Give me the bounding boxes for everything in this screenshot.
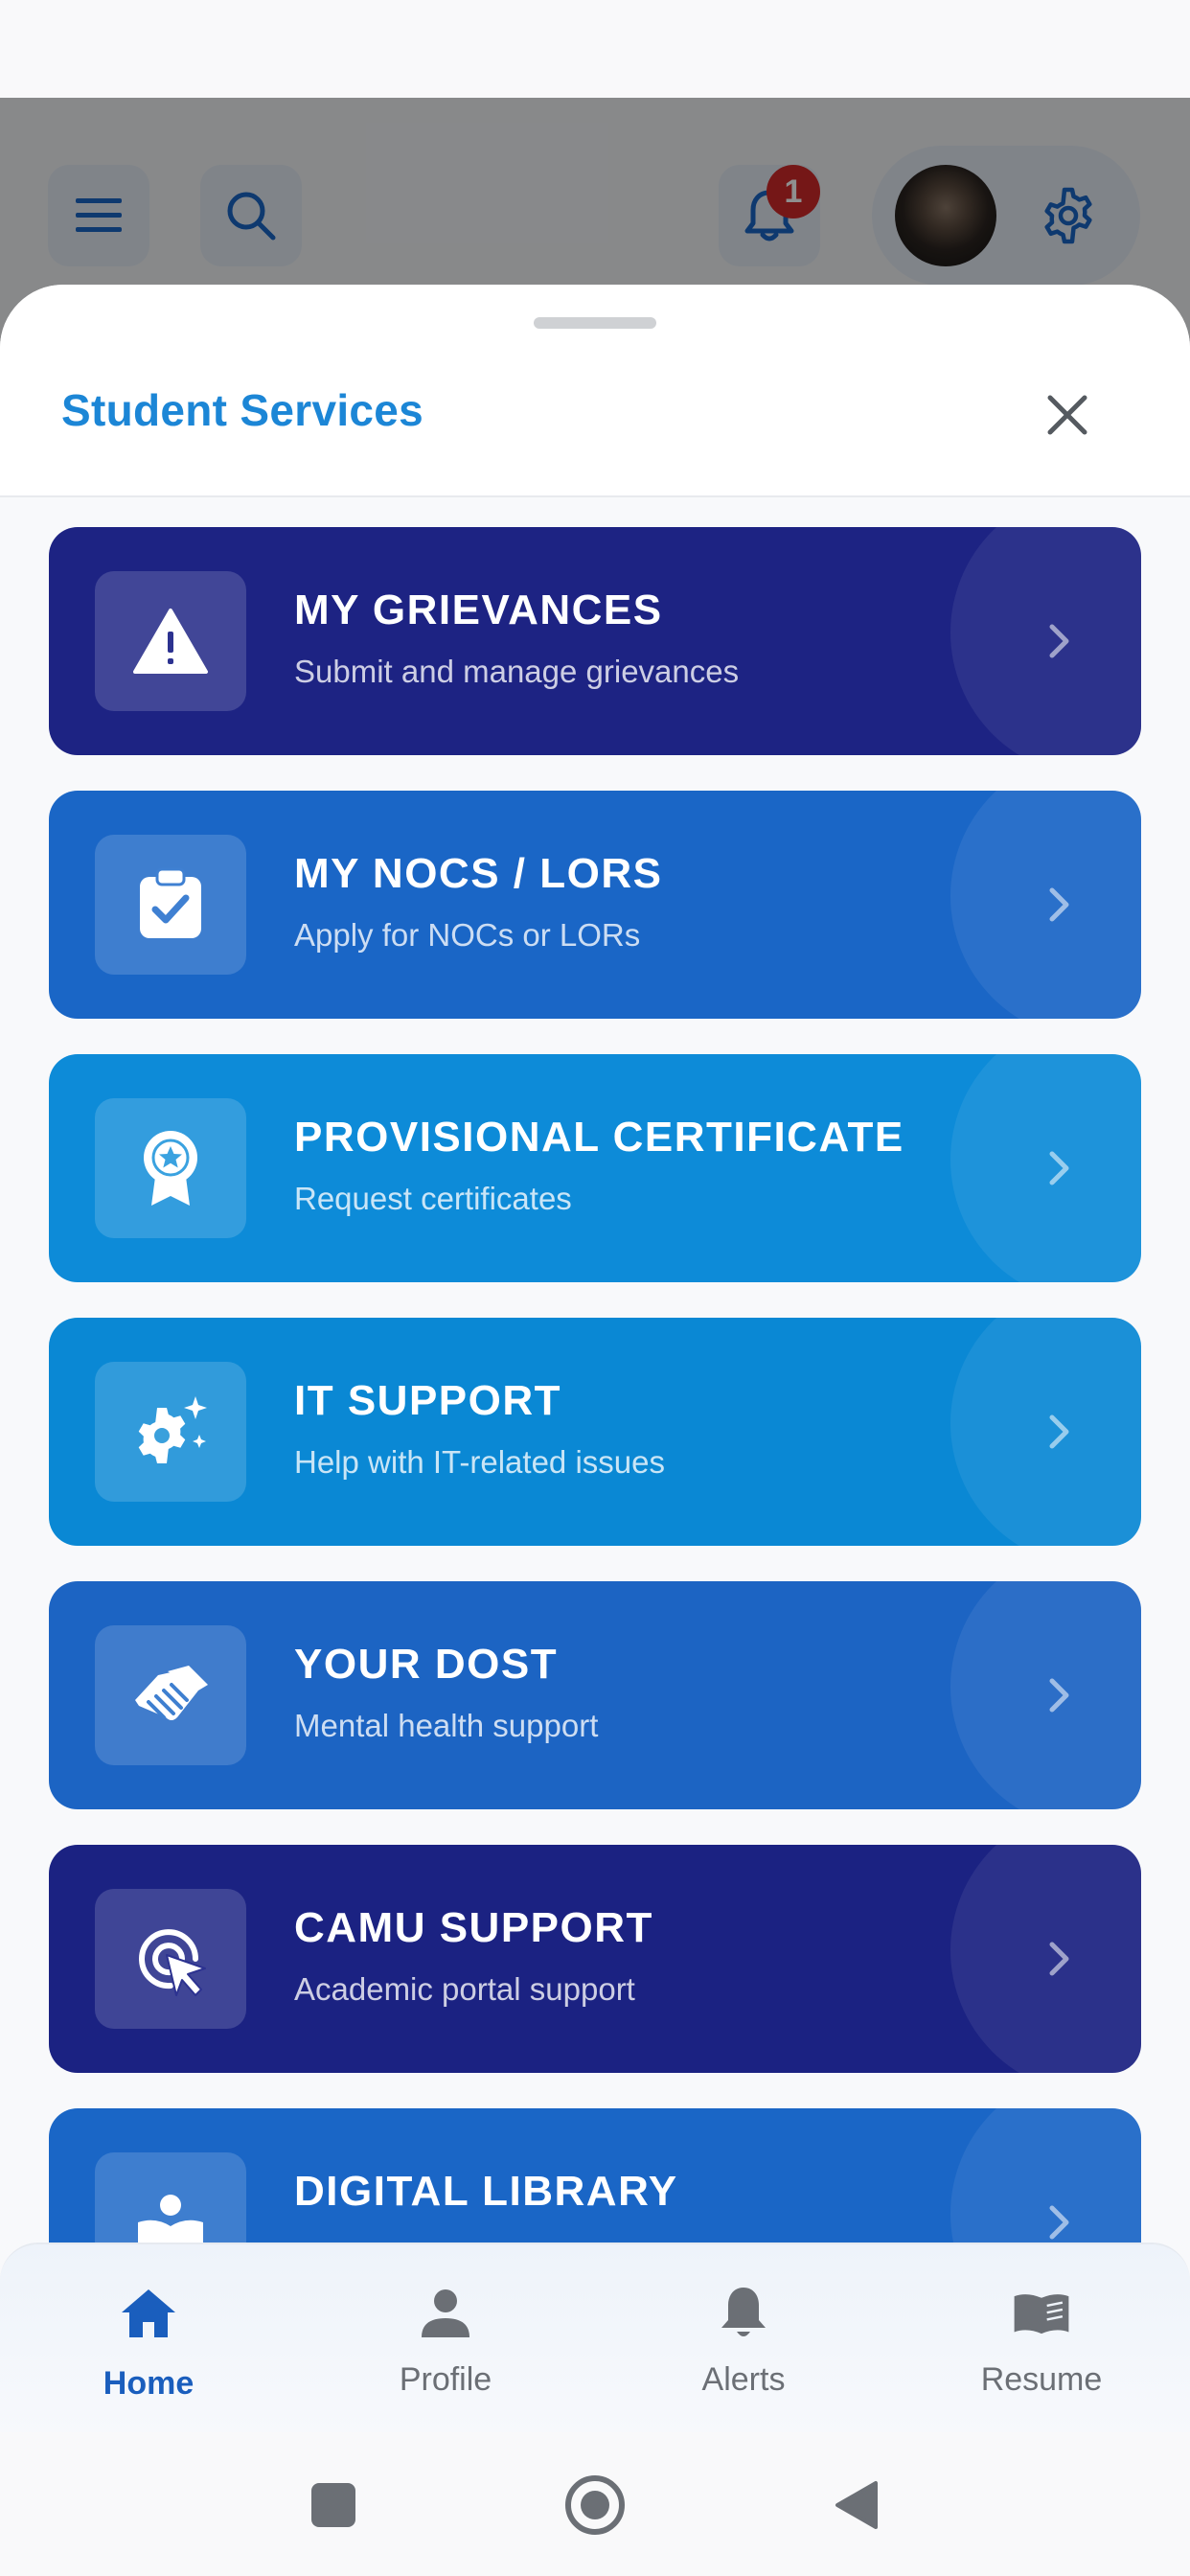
bell-icon (715, 2285, 772, 2342)
service-subtitle: Request certificates (294, 1181, 572, 1216)
chevron-right-icon (1036, 881, 1084, 929)
service-title: IT SUPPORT (294, 1377, 562, 1424)
gear-sparkle-icon (138, 1396, 207, 1463)
home-icon (120, 2285, 177, 2342)
clipboard-check-icon (140, 867, 201, 938)
bottom-navigation: Home Profile Alerts Resume (0, 2242, 1190, 2432)
award-icon (144, 1131, 197, 1206)
service-card-your-dost[interactable]: YOUR DOST Mental health support (49, 1581, 1141, 1809)
service-card-camu-support[interactable]: CAMU SUPPORT Academic portal support (49, 1845, 1141, 2073)
nav-label: Alerts (701, 2361, 786, 2398)
chevron-right-icon (1036, 2198, 1084, 2246)
chevron-right-icon (1036, 1671, 1084, 1719)
nav-item-profile[interactable]: Profile (297, 2244, 594, 2434)
service-subtitle: Submit and manage grievances (294, 654, 740, 689)
home-system-button[interactable] (557, 2467, 633, 2543)
service-title: CAMU SUPPORT (294, 1904, 653, 1951)
service-subtitle: Mental health support (294, 1708, 599, 1743)
status-bar (0, 0, 1190, 98)
service-subtitle: Apply for NOCs or LORs (294, 917, 641, 953)
service-title: MY NOCS / LORS (294, 850, 663, 897)
square-icon (311, 2483, 355, 2527)
service-card-provisional-certificate[interactable]: PROVISIONAL CERTIFICATE Request certific… (49, 1054, 1141, 1282)
service-title: MY GRIEVANCES (294, 586, 663, 633)
close-icon (1047, 395, 1087, 435)
warning-icon (133, 609, 208, 674)
nav-item-home[interactable]: Home (0, 2244, 297, 2434)
recents-button[interactable] (295, 2467, 372, 2543)
service-icon-tile (95, 571, 246, 711)
person-icon (417, 2285, 474, 2342)
pointer-click-icon (139, 1929, 206, 1996)
close-button[interactable] (1033, 380, 1102, 449)
handshake-icon (135, 1666, 208, 1720)
chevron-right-icon (1036, 1935, 1084, 1983)
service-title: PROVISIONAL CERTIFICATE (294, 1114, 904, 1161)
service-icon-tile (95, 1889, 246, 2029)
chevron-right-icon (1036, 1408, 1084, 1456)
service-card-it-support[interactable]: IT SUPPORT Help with IT-related issues (49, 1318, 1141, 1546)
service-card-grievances[interactable]: MY GRIEVANCES Submit and manage grievanc… (49, 527, 1141, 755)
nav-label: Profile (399, 2361, 492, 2398)
service-subtitle: Academic portal support (294, 1971, 635, 2007)
service-title: DIGITAL LIBRARY (294, 2168, 678, 2215)
service-icon-tile (95, 1362, 246, 1502)
system-navigation-bar (0, 2432, 1190, 2576)
drag-handle[interactable] (534, 317, 656, 329)
nav-item-alerts[interactable]: Alerts (595, 2244, 892, 2434)
chevron-right-icon (1036, 1144, 1084, 1192)
service-icon-tile (95, 1625, 246, 1765)
sheet-title: Student Services (61, 385, 424, 435)
chevron-right-icon (1036, 617, 1084, 665)
nav-label: Home (103, 2365, 195, 2402)
book-icon (1013, 2285, 1070, 2342)
service-title: YOUR DOST (294, 1641, 559, 1688)
back-button[interactable] (817, 2467, 894, 2543)
service-icon-tile (95, 835, 246, 975)
sheet-header: Student Services (0, 285, 1190, 497)
student-services-sheet: Student Services MY GRIEVANCES Submit an… (0, 285, 1190, 2432)
nav-item-resume[interactable]: Resume (893, 2244, 1190, 2434)
service-card-nocs-lors[interactable]: MY NOCS / LORS Apply for NOCs or LORs (49, 791, 1141, 1019)
back-triangle-icon (835, 2481, 878, 2529)
circle-home-icon (565, 2475, 625, 2535)
nav-label: Resume (980, 2361, 1103, 2398)
service-icon-tile (95, 1098, 246, 1238)
service-subtitle: Help with IT-related issues (294, 1444, 665, 1480)
